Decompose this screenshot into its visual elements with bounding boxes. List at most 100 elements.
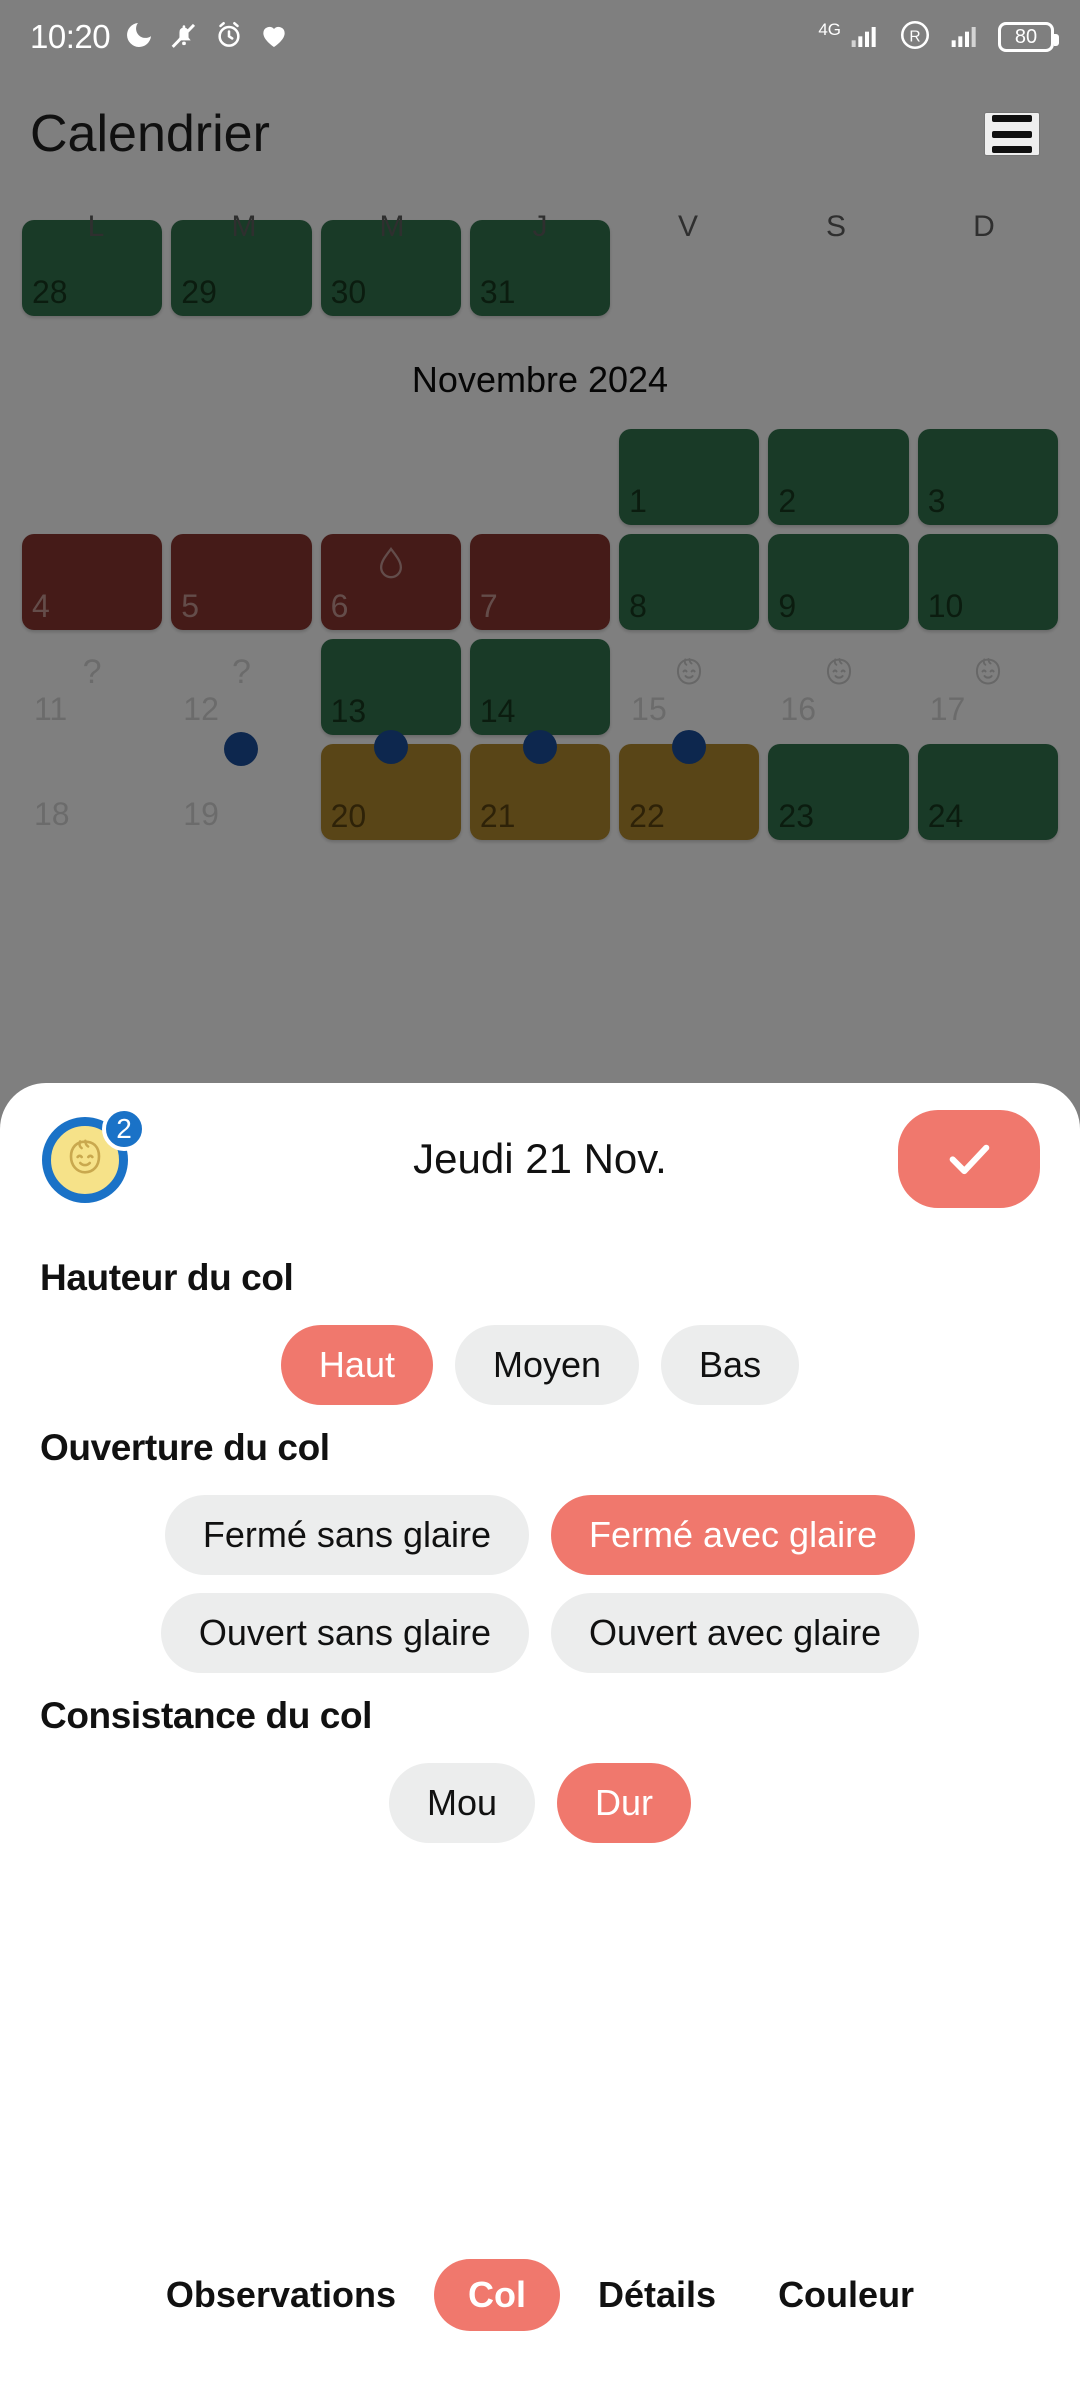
day-badge-dot — [373, 730, 408, 764]
hamburger-menu-icon[interactable] — [984, 112, 1040, 156]
day-number: 14 — [479, 693, 516, 729]
avatar[interactable]: 2 — [42, 1107, 146, 1207]
sheet-sections: Hauteur du col Haut Moyen Bas Ouverture du c… — [40, 1257, 1040, 1843]
day-number: 18 — [34, 796, 70, 832]
alarm-clock-icon — [213, 19, 245, 56]
calendar-day-cell[interactable]: 15 — [619, 639, 760, 735]
sheet-header: 2 Jeudi 21 Nov. — [40, 1083, 1040, 1235]
calendar-grid: 28 29 30 31 Novembre 2024 1 2 3 4 5 6 7 8 9 10? 11? 12… — [0, 220, 1080, 840]
day-badge-dot — [522, 730, 557, 764]
question-mark-icon: ? — [82, 653, 102, 691]
status-clock: 10:20 — [30, 18, 111, 55]
signal-icon — [945, 19, 985, 56]
day-number: 20 — [330, 798, 367, 834]
day-number: 12 — [183, 691, 219, 727]
droplet-icon — [371, 544, 411, 595]
day-number: 7 — [479, 588, 498, 624]
weekday-label: J — [532, 210, 548, 243]
day-number: 16 — [780, 691, 817, 727]
day-number: 10 — [927, 588, 964, 624]
day-number: 30 — [330, 274, 367, 310]
app-header: Calendrier — [0, 74, 1080, 194]
day-number: 8 — [629, 588, 647, 624]
calendar-cell-empty — [171, 429, 311, 525]
weekday-label: D — [973, 210, 995, 243]
baby-face-icon — [666, 651, 712, 702]
day-number: 13 — [330, 693, 367, 729]
option-chip[interactable]: Ouvert avec glaire — [551, 1593, 920, 1673]
calendar-day-cell[interactable]: 20 — [320, 730, 461, 840]
calendar-day-cell[interactable]: 16 — [768, 639, 909, 735]
calendar-cell-empty — [22, 429, 162, 525]
section-title: Ouverture du col — [40, 1427, 330, 1468]
calendar-day-cell[interactable]: 1 — [619, 429, 760, 525]
month-weeks: 1 2 3 4 5 6 7 8 9 10? 11? 12 13 14 15 16 17 18 19 20 21 22 23 2… — [22, 429, 1058, 840]
calendar-day-cell[interactable]: 21 — [469, 730, 611, 840]
option-chip[interactable]: Moyen — [454, 1325, 640, 1405]
day-number: 24 — [927, 798, 964, 834]
calendar-day-cell[interactable]: 23 — [768, 744, 909, 840]
calendar-day-cell[interactable]: 10 — [917, 534, 1058, 630]
calendar-day-cell[interactable]: 18 — [22, 744, 163, 840]
calendar-day-cell[interactable]: ? 12 — [171, 639, 312, 735]
day-number: 2 — [778, 483, 797, 519]
day-number: 3 — [927, 483, 946, 519]
week-row: 4 5 6 7 8 9 10 — [22, 534, 1058, 630]
calendar-day-cell[interactable]: 22 — [619, 730, 760, 840]
day-number: 1 — [629, 483, 647, 519]
confirm-check-button[interactable] — [898, 1110, 1040, 1208]
option-chip[interactable]: Dur — [557, 1763, 692, 1843]
option-chip[interactable]: Mou — [388, 1763, 535, 1843]
option-chip[interactable]: Fermé avec glaire — [551, 1495, 916, 1575]
option-chip[interactable]: Fermé sans glaire — [164, 1495, 529, 1575]
calendar-day-cell[interactable]: 9 — [768, 534, 909, 630]
day-number: 23 — [778, 798, 815, 834]
option-chip[interactable]: Ouvert sans glaire — [160, 1593, 529, 1673]
weekday-label: S — [825, 210, 846, 243]
heart-icon — [258, 19, 290, 56]
roaming-icon: R — [898, 18, 932, 57]
do-not-disturb-moon-icon — [123, 19, 155, 56]
weekday-label: M — [231, 210, 257, 243]
bell-muted-icon — [168, 19, 200, 56]
check-icon — [941, 1130, 997, 1189]
month-label: Novembre 2024 — [411, 359, 669, 400]
day-badge-dot — [224, 732, 259, 766]
sheet-tab-dtails[interactable]: Détails — [574, 2259, 740, 2331]
calendar-day-cell[interactable]: 2 — [768, 429, 909, 525]
calendar-day-cell[interactable]: 13 — [320, 639, 461, 735]
calendar-day-cell[interactable]: 6 — [320, 534, 461, 630]
calendar-day-cell[interactable]: 24 — [917, 744, 1058, 840]
status-bar-right: 4G R 80 — [818, 18, 1059, 57]
day-number: 6 — [330, 588, 349, 624]
calendar-day-cell[interactable]: 4 — [22, 534, 163, 630]
day-number: 17 — [929, 691, 966, 727]
section-title: Consistance du col — [40, 1695, 373, 1736]
option-chip[interactable]: Bas — [661, 1325, 800, 1405]
option-chip-row: Ouvert sans glaire Ouvert avec glaire — [40, 1593, 1040, 1673]
signal-4g-icon — [845, 19, 885, 56]
calendar-day-cell[interactable]: 19 — [171, 732, 312, 840]
sheet-tab-col[interactable]: Col — [434, 2259, 560, 2331]
sheet-tab-observations[interactable]: Observations — [142, 2259, 420, 2331]
option-chip[interactable]: Haut — [280, 1325, 433, 1405]
avatar-count-badge: 2 — [102, 1107, 146, 1151]
day-number: 19 — [183, 796, 219, 832]
day-number: 15 — [631, 691, 667, 727]
sheet-tab-couleur[interactable]: Couleur — [754, 2259, 938, 2331]
calendar-day-cell[interactable]: ? 11 — [22, 639, 163, 735]
calendar-day-cell[interactable]: 3 — [917, 429, 1058, 525]
week-row: ? 11? 12 13 14 15 16 17 — [22, 639, 1058, 735]
network-type-label: 4G — [818, 19, 841, 39]
weekday-header-row: L M M J V S D — [0, 194, 1080, 260]
calendar-day-cell[interactable]: 5 — [171, 534, 312, 630]
day-number: 29 — [181, 274, 217, 310]
calendar-day-cell[interactable]: 17 — [917, 639, 1058, 735]
option-chip-row: Haut Moyen Bas — [40, 1325, 1040, 1405]
calendar-day-cell[interactable]: 14 — [469, 639, 611, 735]
calendar-day-cell[interactable]: 8 — [619, 534, 760, 630]
page-title: Calendrier — [30, 105, 270, 163]
weekday-label: L — [87, 210, 105, 243]
weekday-label: V — [677, 210, 698, 243]
calendar-day-cell[interactable]: 7 — [469, 534, 611, 630]
